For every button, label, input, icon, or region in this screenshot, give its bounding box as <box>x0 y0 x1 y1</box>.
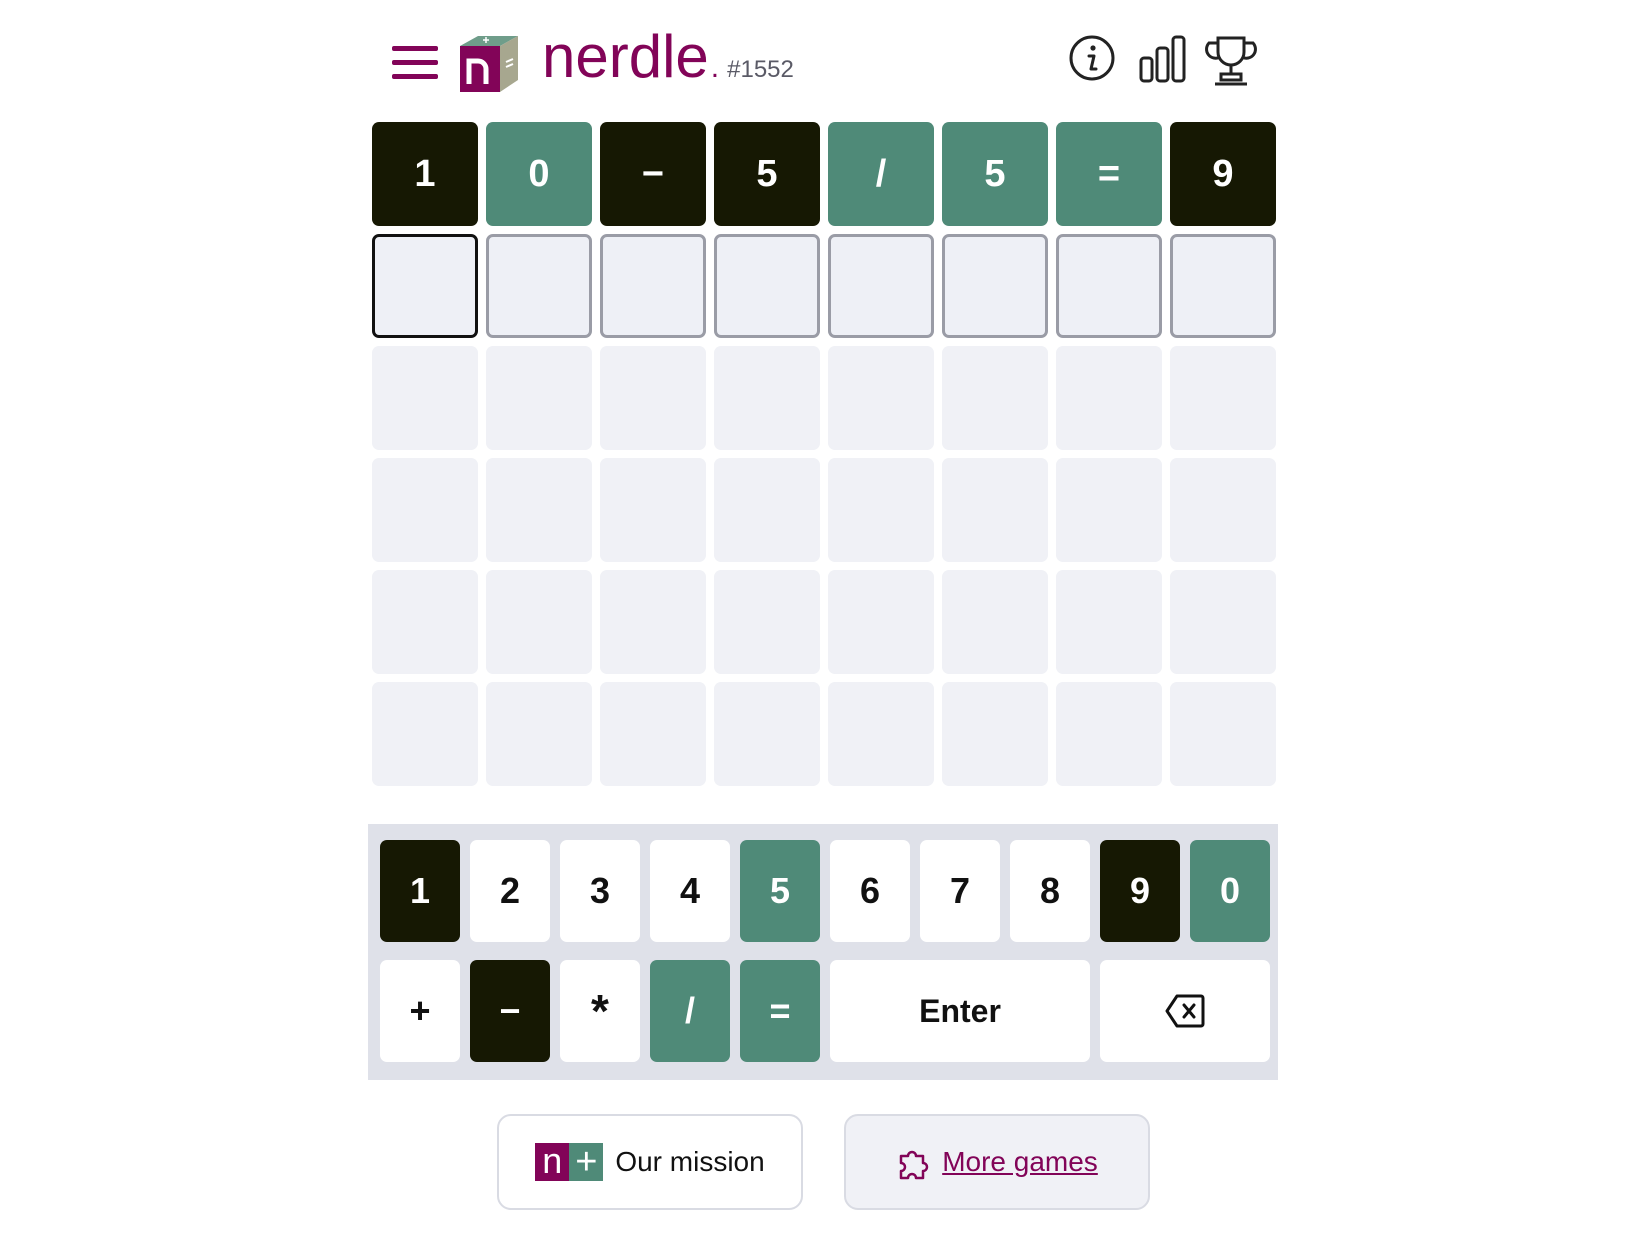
more-games-label: More games <box>942 1146 1098 1177</box>
tile-empty <box>828 346 934 450</box>
key-minus[interactable]: − <box>470 960 550 1062</box>
tile-empty <box>1170 458 1276 562</box>
info-icon[interactable] <box>1068 34 1116 82</box>
more-games-button[interactable]: More games <box>844 1114 1150 1210</box>
tile-empty <box>942 682 1048 786</box>
tile-r2-c3[interactable] <box>600 234 706 338</box>
tile-r1-c4: 5 <box>714 122 820 226</box>
our-mission-button[interactable]: n + Our mission <box>497 1114 803 1210</box>
key-2[interactable]: 2 <box>470 840 550 942</box>
key-multiply[interactable]: * <box>560 960 640 1062</box>
tile-empty <box>942 346 1048 450</box>
tile-r1-c8: 9 <box>1170 122 1276 226</box>
backspace-icon <box>1165 994 1205 1028</box>
tile-empty <box>486 570 592 674</box>
tile-empty <box>372 682 478 786</box>
board-row-2 <box>372 234 1276 338</box>
logo-plus: + <box>569 1143 604 1181</box>
tile-r1-c6: 5 <box>942 122 1048 226</box>
tile-empty <box>828 570 934 674</box>
backspace-key[interactable] <box>1100 960 1270 1062</box>
puzzle-icon <box>899 1150 929 1180</box>
header: nerdle . #1552 <box>0 0 1630 115</box>
tile-empty <box>1170 570 1276 674</box>
tile-empty <box>1170 346 1276 450</box>
nerdle-logo-icon <box>460 36 518 92</box>
trophy-icon[interactable] <box>1204 34 1258 88</box>
tile-empty <box>714 346 820 450</box>
key-6[interactable]: 6 <box>830 840 910 942</box>
board-row-6 <box>372 682 1276 786</box>
keyboard: 1 2 3 4 5 6 7 8 9 0 + − * / = Enter <box>368 824 1278 1080</box>
tile-empty <box>486 458 592 562</box>
tile-r1-c5: / <box>828 122 934 226</box>
brand-name: nerdle <box>542 23 709 90</box>
tile-r2-c2[interactable] <box>486 234 592 338</box>
tile-empty <box>1056 682 1162 786</box>
puzzle-number: #1552 <box>727 56 794 83</box>
tile-r1-c1: 1 <box>372 122 478 226</box>
key-1[interactable]: 1 <box>380 840 460 942</box>
key-3[interactable]: 3 <box>560 840 640 942</box>
tile-empty <box>1056 570 1162 674</box>
key-8[interactable]: 8 <box>1010 840 1090 942</box>
tile-empty <box>942 570 1048 674</box>
tile-empty <box>372 458 478 562</box>
tile-empty <box>714 570 820 674</box>
tile-empty <box>372 570 478 674</box>
tile-r2-c1-active[interactable] <box>372 234 478 338</box>
key-9[interactable]: 9 <box>1100 840 1180 942</box>
board-row-3 <box>372 346 1276 450</box>
tile-r2-c7[interactable] <box>1056 234 1162 338</box>
menu-icon[interactable] <box>392 46 438 82</box>
board-row-4 <box>372 458 1276 562</box>
key-equals[interactable]: = <box>740 960 820 1062</box>
stats-icon[interactable] <box>1138 34 1188 84</box>
tile-r2-c5[interactable] <box>828 234 934 338</box>
game-board: 1 0 − 5 / 5 = 9 <box>372 122 1276 794</box>
tile-empty <box>600 570 706 674</box>
tile-empty <box>1170 682 1276 786</box>
tile-empty <box>1056 346 1162 450</box>
tile-empty <box>600 346 706 450</box>
key-plus[interactable]: + <box>380 960 460 1062</box>
tile-r1-c3: − <box>600 122 706 226</box>
tile-r1-c2: 0 <box>486 122 592 226</box>
tile-r1-c7: = <box>1056 122 1162 226</box>
tile-empty <box>828 458 934 562</box>
tile-empty <box>828 682 934 786</box>
key-divide[interactable]: / <box>650 960 730 1062</box>
brand-dot: . <box>710 51 720 84</box>
tile-empty <box>600 682 706 786</box>
board-row-5 <box>372 570 1276 674</box>
enter-key[interactable]: Enter <box>830 960 1090 1062</box>
tile-r2-c6[interactable] <box>942 234 1048 338</box>
board-row-1: 1 0 − 5 / 5 = 9 <box>372 122 1276 226</box>
our-mission-label: Our mission <box>615 1146 765 1177</box>
tile-empty <box>714 458 820 562</box>
key-7[interactable]: 7 <box>920 840 1000 942</box>
tile-r2-c8[interactable] <box>1170 234 1276 338</box>
key-4[interactable]: 4 <box>650 840 730 942</box>
tile-empty <box>942 458 1048 562</box>
nerdle-plus-logo: n + <box>535 1143 604 1181</box>
tile-empty <box>1056 458 1162 562</box>
nerdle-app: nerdle . #1552 1 0 − 5 / 5 = 9 1 2 3 4 5… <box>0 0 1630 1236</box>
key-0[interactable]: 0 <box>1190 840 1270 942</box>
tile-empty <box>714 682 820 786</box>
tile-empty <box>486 682 592 786</box>
tile-empty <box>600 458 706 562</box>
tile-r2-c4[interactable] <box>714 234 820 338</box>
tile-empty <box>372 346 478 450</box>
tile-empty <box>486 346 592 450</box>
brand-title: nerdle . #1552 <box>542 22 794 92</box>
logo-n: n <box>535 1143 570 1181</box>
key-5[interactable]: 5 <box>740 840 820 942</box>
